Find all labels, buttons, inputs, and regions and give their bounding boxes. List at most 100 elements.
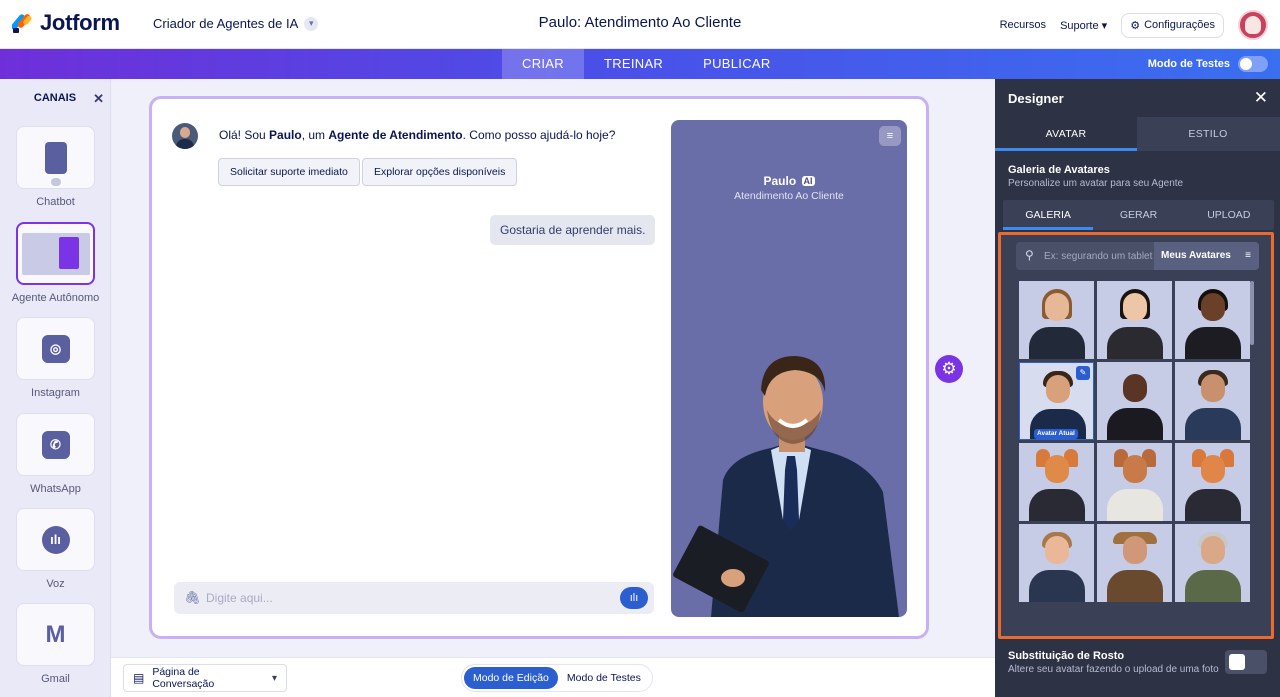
voice-icon: ılı — [41, 525, 70, 554]
user-message: Gostaria de aprender mais. — [490, 215, 656, 245]
channel-label: Agente Autônomo — [11, 292, 100, 304]
channel-label: WhatsApp — [30, 483, 81, 495]
channel-card[interactable]: ılı — [16, 508, 95, 571]
gear-icon: ⚙ — [1130, 19, 1141, 32]
channel-card[interactable] — [16, 126, 95, 189]
avatar-option[interactable] — [1097, 281, 1172, 359]
tab-upload[interactable]: UPLOAD — [1184, 200, 1274, 230]
user-avatar-face — [1245, 16, 1261, 34]
agent-preview-panel: ≡ Paulo AI Atendimento Ao Cliente — [671, 120, 907, 617]
jotform-logo[interactable]: Jotform — [12, 10, 120, 36]
gallery-scrollbar[interactable] — [1250, 281, 1254, 345]
channel-label: Instagram — [31, 387, 80, 399]
my-avatars-filter[interactable]: Meus Avatares ≡ — [1154, 242, 1259, 270]
tab-galeria[interactable]: GALERIA — [1003, 200, 1094, 230]
bot-greeting: Olá! Sou Paulo, um Agente de Atendimento… — [219, 128, 615, 142]
gallery-subtitle: Personalize um avatar para seu Agente — [1008, 178, 1184, 189]
avatar-option[interactable] — [1175, 443, 1250, 521]
tab-publicar[interactable]: PUBLICAR — [683, 49, 790, 79]
tab-estilo[interactable]: ESTILO — [1137, 117, 1279, 151]
quick-reply-button[interactable]: Explorar opções disponíveis — [362, 158, 518, 186]
agent-avatar-figure — [673, 356, 899, 617]
settings-label: Configurações — [1144, 19, 1215, 31]
search-icon: ⚲ — [1025, 248, 1034, 262]
toggle-switch[interactable] — [1238, 56, 1268, 72]
channel-label: Chatbot — [36, 196, 75, 208]
channel-card[interactable]: ✆ — [16, 413, 95, 476]
avatar-option[interactable] — [1175, 524, 1250, 602]
channel-chatbot[interactable]: Chatbot — [0, 126, 111, 208]
user-avatar[interactable] — [1238, 10, 1268, 40]
channel-instagram[interactable]: ◎ Instagram — [0, 317, 111, 399]
test-mode-toggle[interactable]: Modo de Testes — [1148, 56, 1268, 72]
channels-title: CANAIS — [33, 92, 77, 104]
tab-criar[interactable]: CRIAR — [502, 49, 584, 79]
chatbot-icon — [44, 141, 67, 186]
current-avatar-badge: Avatar Atual — [1034, 429, 1078, 439]
app-name: Criador de Agentes de IA — [153, 16, 299, 31]
toggle-knob — [1240, 58, 1252, 70]
avatar-option[interactable] — [1019, 443, 1094, 521]
channel-voz[interactable]: ılı Voz — [0, 508, 111, 590]
avatar-option[interactable] — [1097, 443, 1172, 521]
support-menu[interactable]: Suporte ▾ — [1060, 19, 1107, 32]
support-label: Suporte — [1060, 19, 1099, 32]
agent-icon — [21, 232, 90, 275]
close-icon[interactable]: ✕ — [1254, 88, 1268, 108]
settings-button[interactable]: ⚙ Configurações — [1121, 12, 1224, 38]
edit-mode-button[interactable]: Modo de Edição — [464, 667, 558, 689]
face-swap-description: Altere seu avatar fazendo o upload de um… — [1008, 664, 1219, 675]
edit-icon[interactable]: ✎ — [1076, 366, 1090, 380]
bottom-bar: ▤ Página de Conversação ▾ Modo de Edição… — [111, 657, 995, 697]
page-select-dropdown[interactable]: ▤ Página de Conversação ▾ — [123, 664, 287, 692]
tab-gerar[interactable]: GERAR — [1093, 200, 1183, 230]
paperclip-icon[interactable]: 🖇 — [184, 590, 201, 606]
test-mode-button[interactable]: Modo de Testes — [558, 667, 650, 689]
chevron-down-icon: ▾ — [304, 16, 319, 31]
channel-label: Voz — [46, 578, 65, 590]
avatar-search-input[interactable] — [1044, 246, 1156, 266]
gallery-title: Galeria de Avatares — [1008, 164, 1110, 176]
bot-avatar — [172, 123, 198, 149]
tab-treinar[interactable]: TREINAR — [584, 49, 683, 79]
close-icon[interactable]: ✕ — [93, 91, 104, 107]
avatar-option[interactable] — [1019, 524, 1094, 602]
chevron-down-icon: ▾ — [271, 672, 277, 684]
chat-bubble-icon: ▤ — [133, 671, 145, 685]
face-swap-toggle[interactable] — [1225, 650, 1267, 674]
toggle-knob — [1229, 654, 1245, 670]
channel-card[interactable] — [16, 222, 95, 285]
tab-avatar[interactable]: AVATAR — [995, 117, 1137, 151]
face-swap-title: Substituição de Rosto — [1008, 650, 1125, 662]
channel-gmail[interactable]: M Gmail — [0, 603, 111, 685]
avatar-option[interactable] — [1175, 281, 1250, 359]
avatar-option[interactable] — [1097, 524, 1172, 602]
test-mode-label: Modo de Testes — [1147, 58, 1230, 70]
channel-agente-autonomo[interactable]: Agente Autônomo — [0, 222, 111, 304]
chat-preview: Olá! Sou Paulo, um Agente de Atendimento… — [157, 104, 921, 631]
designer-panel: Designer ✕ AVATAR ESTILO Galeria de Avat… — [995, 79, 1280, 697]
avatar-option[interactable] — [1097, 362, 1172, 440]
avatar-option[interactable] — [1175, 362, 1250, 440]
agent-title[interactable]: Paulo: Atendimento Ao Cliente — [539, 14, 742, 31]
chevron-down-icon: ▾ — [1101, 19, 1108, 32]
builder-nav: CRIAR TREINAR PUBLICAR Modo de Testes — [0, 49, 1280, 79]
app-switcher[interactable]: Criador de Agentes de IA ▾ — [153, 16, 319, 31]
channel-whatsapp[interactable]: ✆ WhatsApp — [0, 413, 111, 495]
greeting-mid: , um — [301, 128, 329, 142]
top-header: Jotform Criador de Agentes de IA ▾ Paulo… — [0, 0, 1280, 49]
avatar-option[interactable] — [1019, 281, 1094, 359]
whatsapp-icon: ✆ — [41, 430, 70, 459]
greeting-suffix: . Como posso ajudá-lo hoje? — [462, 128, 616, 142]
avatar-option-current[interactable]: ✎ Avatar Atual — [1019, 362, 1094, 440]
quick-reply-button[interactable]: Solicitar suporte imediato — [218, 158, 360, 186]
resources-link[interactable]: Recursos — [1000, 19, 1046, 31]
gear-icon[interactable]: ⚙ — [935, 355, 963, 383]
chat-input[interactable] — [206, 588, 606, 608]
avatar-search: ⚲ Meus Avatares ≡ — [1016, 242, 1259, 270]
filter-label: Meus Avatares — [1161, 250, 1231, 261]
jotform-logo-icon — [12, 14, 32, 33]
channel-card[interactable]: M — [16, 603, 95, 666]
channel-card[interactable]: ◎ — [16, 317, 95, 380]
voice-wave-icon[interactable]: ılı — [620, 587, 648, 609]
